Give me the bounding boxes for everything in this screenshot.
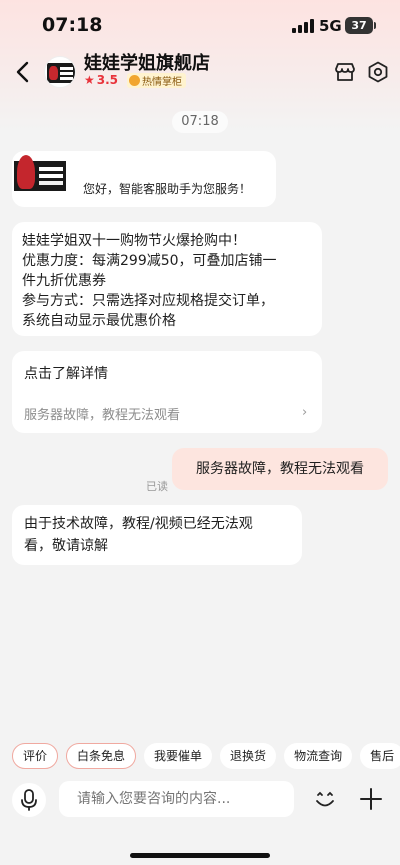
- promo-line: 件九折优惠券: [22, 273, 106, 289]
- plus-icon: [360, 788, 382, 810]
- medal-icon: [129, 75, 140, 86]
- quick-action-urge-order[interactable]: 我要催单: [144, 743, 213, 769]
- quick-action-interest-free[interactable]: 白条免息: [66, 743, 137, 769]
- bot-avatar: [12, 151, 68, 195]
- signal-icon: [292, 19, 314, 33]
- battery-tip: [374, 22, 376, 29]
- chat-timestamp: 07:18: [172, 111, 228, 133]
- detail-card-subtitle: 服务器故障，教程无法观看: [24, 408, 181, 423]
- settings-icon: [368, 61, 388, 83]
- microphone-icon: [21, 789, 37, 811]
- reply-line: 看，敬请谅解: [24, 538, 108, 554]
- voice-button[interactable]: [12, 783, 46, 817]
- settings-button[interactable]: [366, 60, 390, 84]
- promo-line: 系统自动显示最优惠价格: [22, 313, 176, 329]
- welcome-message: 您好，智能客服助手为您服务！: [12, 151, 276, 207]
- quick-action-after-sales[interactable]: 售后: [360, 743, 400, 769]
- status-time: 07:18: [42, 14, 103, 36]
- store-name[interactable]: 娃娃学姐旗舰店: [84, 49, 210, 75]
- reply-line: 由于技术故障，教程/视频已经无法观: [24, 516, 253, 532]
- home-indicator: [130, 853, 270, 858]
- quick-action-logistics[interactable]: 物流查询: [284, 743, 353, 769]
- promo-message: 娃娃学姐双十一购物节火爆抢购中！ 优惠力度：每满299减50，可叠加店铺一 件九…: [12, 222, 322, 336]
- quick-action-return-exchange[interactable]: 退换货: [220, 743, 277, 769]
- back-arrow-icon: [16, 61, 29, 83]
- emoji-icon: [316, 791, 334, 807]
- reply-message: 由于技术故障，教程/视频已经无法观 看，敬请谅解: [12, 505, 302, 565]
- rating-value: 3.5: [96, 73, 119, 87]
- detail-card[interactable]: 点击了解详情 服务器故障，教程无法观看 ›: [12, 351, 322, 433]
- more-button[interactable]: [355, 783, 387, 815]
- star-icon: ★: [84, 73, 95, 87]
- status-bar: 07:18 5G 37: [0, 0, 400, 52]
- store-icon: [335, 63, 355, 81]
- promo-line: 娃娃学姐双十一购物节火爆抢购中！: [22, 233, 246, 249]
- store-rating: ★ 3.5: [84, 73, 118, 87]
- store-button[interactable]: [333, 60, 357, 84]
- back-button[interactable]: [12, 58, 36, 86]
- battery-level: 37: [351, 19, 367, 32]
- read-status: 已读: [146, 480, 168, 493]
- store-tag-badge: 热情掌柜: [127, 73, 186, 88]
- store-avatar[interactable]: [44, 56, 76, 88]
- quick-action-bar: 评价 白条免息 我要催单 退换货 物流查询 售后: [12, 743, 400, 769]
- network-type: 5G: [319, 17, 342, 35]
- emoji-button[interactable]: [309, 783, 341, 815]
- store-tag-label: 热情掌柜: [142, 77, 182, 88]
- chevron-right-icon: ›: [302, 405, 308, 420]
- battery-icon: 37: [345, 17, 373, 34]
- promo-line: 优惠力度：每满299减50，可叠加店铺一: [22, 253, 277, 269]
- promo-line: 参与方式：只需选择对应规格提交订单，: [22, 293, 274, 309]
- message-input[interactable]: [59, 781, 294, 817]
- detail-card-title: 点击了解详情: [24, 366, 108, 382]
- user-message: 服务器故障，教程无法观看: [172, 448, 388, 490]
- welcome-text: 您好，智能客服助手为您服务！: [83, 182, 252, 196]
- quick-action-review[interactable]: 评价: [12, 743, 59, 769]
